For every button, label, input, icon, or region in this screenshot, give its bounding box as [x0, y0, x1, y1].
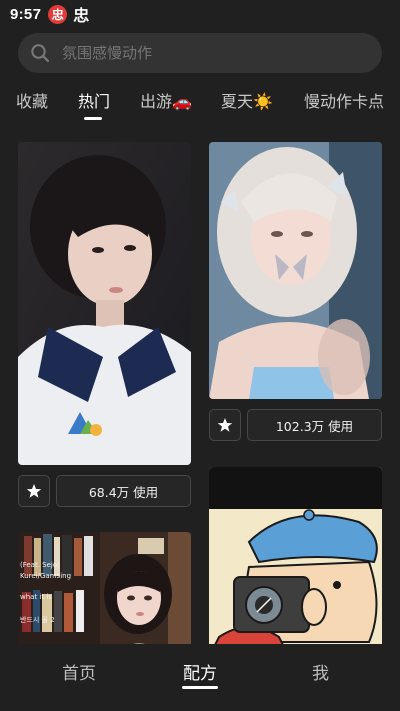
search-bar[interactable] [18, 33, 382, 73]
nav-recipes[interactable]: 配方 [183, 659, 217, 684]
lyrics-line: Kurei/Gamsing [20, 572, 72, 580]
star-icon [26, 484, 42, 498]
star-icon [217, 418, 233, 432]
template-feed[interactable]: 68.4万 使用 102.3万 使用 (Feat. Sejo) Kurei/Ga… [0, 142, 400, 644]
template-card-image[interactable] [209, 467, 382, 644]
tab-favorites[interactable]: 收藏 [16, 88, 48, 112]
nav-home[interactable]: 首页 [62, 659, 96, 684]
tab-slow-motion[interactable]: 慢动作卡点 [304, 88, 384, 112]
bottom-navigation: 首页 配方 我 [0, 644, 400, 711]
nav-me[interactable]: 我 [312, 659, 329, 684]
tab-hot[interactable]: 热门 [78, 88, 110, 112]
portrait-girl-school-uniform-image [18, 142, 191, 465]
template-card-image[interactable] [18, 142, 191, 465]
search-input[interactable] [62, 44, 342, 62]
active-nav-indicator [182, 686, 218, 689]
cartoon-boy-camera-image [209, 467, 382, 644]
lyrics-overlay: (Feat. Sejo) Kurei/Gamsing what it is 반드… [20, 560, 71, 626]
tab-travel[interactable]: 出游🚗 [140, 88, 192, 112]
use-template-button[interactable]: 102.3万 使用 [247, 409, 382, 441]
template-card-image[interactable] [209, 142, 382, 399]
portrait-girl-silver-hair-image [209, 142, 382, 399]
active-tab-indicator [84, 117, 102, 120]
lyrics-line: 반드시 울 2 [20, 616, 55, 624]
tab-summer[interactable]: 夏天☀️ [221, 88, 273, 112]
notification-badge-icon: 忠 [48, 4, 68, 24]
status-bar: 9:57 忠 忠 [0, 0, 400, 28]
lyrics-line: (Feat. Sejo) [20, 561, 60, 569]
status-time: 9:57 [10, 5, 42, 23]
favorite-button[interactable] [18, 475, 50, 507]
template-card-image[interactable]: (Feat. Sejo) Kurei/Gamsing what it is 반드… [18, 532, 191, 644]
use-template-button[interactable]: 68.4万 使用 [56, 475, 191, 507]
app-notification-icon: 忠 [73, 6, 90, 25]
category-tabs: 收藏 热门 出游🚗 夏天☀️ 慢动作卡点 [0, 88, 400, 124]
lyrics-line: what it is [20, 593, 52, 601]
favorite-button[interactable] [209, 409, 241, 441]
search-icon [30, 43, 50, 63]
